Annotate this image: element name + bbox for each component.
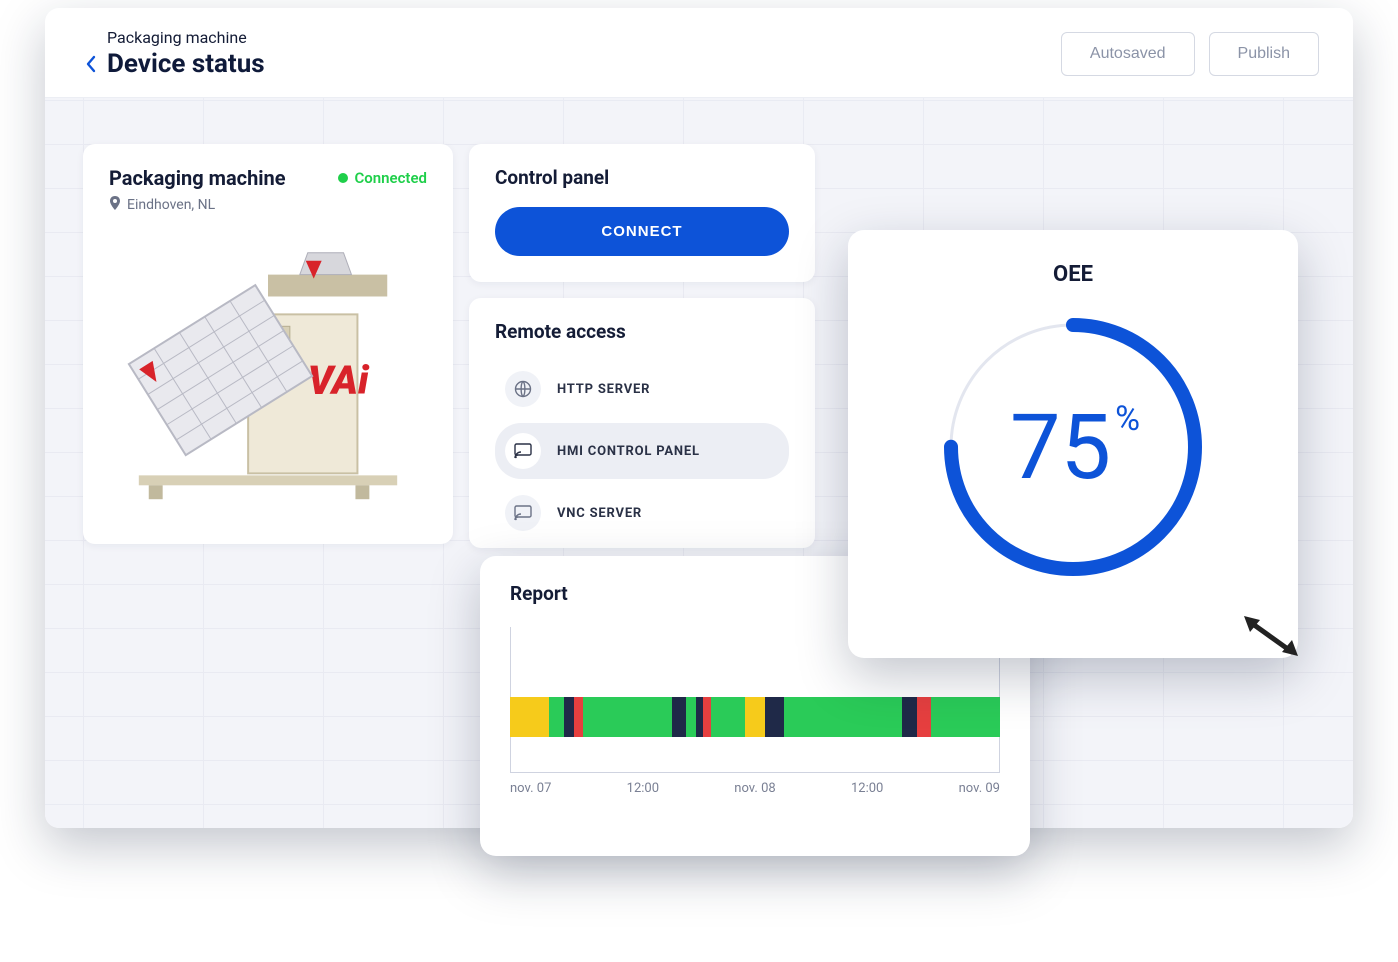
remote-item-hmi[interactable]: HMI CONTROL PANEL (495, 423, 789, 479)
publish-button[interactable]: Publish (1209, 32, 1319, 76)
timeline-segment (564, 697, 574, 737)
remote-item-label: VNC SERVER (557, 506, 642, 521)
timeline-segment (672, 697, 687, 737)
machine-image: VAi (109, 234, 427, 514)
timeline-segment (917, 697, 932, 737)
remote-item-label: HMI CONTROL PANEL (557, 444, 700, 459)
timeline-segment (696, 697, 703, 737)
status-badge: Connected (338, 169, 427, 187)
cast-icon (505, 433, 541, 469)
cast-icon (505, 495, 541, 531)
timeline-segment (745, 697, 765, 737)
machine-card[interactable]: Packaging machine Connected Eindhoven, N… (83, 144, 453, 544)
svg-text:VAi: VAi (308, 357, 370, 404)
connect-button[interactable]: CONNECT (495, 207, 789, 256)
location-row: Eindhoven, NL (109, 196, 427, 214)
timeline-segment (902, 697, 917, 737)
oee-gauge-chart: 75% (923, 297, 1223, 597)
resize-handle-icon[interactable] (1240, 612, 1304, 660)
remote-item-vnc[interactable]: VNC SERVER (495, 485, 789, 541)
status-label: Connected (354, 169, 427, 187)
remote-access-card[interactable]: Remote access HTTP SERVER HMI CONTROL PA… (469, 298, 815, 548)
timeline-segment (703, 697, 710, 737)
page-title: Device status (107, 49, 265, 79)
pin-icon (109, 196, 121, 214)
timeline-axis: nov. 07 12:00 nov. 08 12:00 nov. 09 (510, 781, 1000, 796)
back-chevron-icon[interactable] (85, 54, 97, 74)
timeline-segment (931, 697, 1000, 737)
remote-access-title: Remote access (495, 320, 789, 343)
axis-label: 12:00 (851, 781, 883, 796)
timeline-bar (510, 697, 1000, 737)
axis-label: nov. 08 (734, 781, 775, 796)
timeline-segment (574, 697, 584, 737)
header-left: Packaging machine Device status (85, 28, 265, 79)
control-panel-card[interactable]: Control panel CONNECT (469, 144, 815, 282)
machine-title: Packaging machine (109, 166, 286, 190)
remote-item-http[interactable]: HTTP SERVER (495, 361, 789, 417)
timeline-segment (686, 697, 696, 737)
location-text: Eindhoven, NL (127, 197, 215, 213)
timeline-segment (765, 697, 785, 737)
oee-card[interactable]: OEE 75% (848, 230, 1298, 658)
control-panel-title: Control panel (495, 166, 789, 189)
axis-label: nov. 07 (510, 781, 551, 796)
timeline-segment (784, 697, 902, 737)
axis-label: nov. 09 (959, 781, 1000, 796)
globe-icon (505, 371, 541, 407)
axis-label: 12:00 (627, 781, 659, 796)
timeline-segment (711, 697, 745, 737)
breadcrumb: Packaging machine (107, 28, 265, 47)
oee-value: 75% (923, 297, 1223, 597)
app-header: Packaging machine Device status Autosave… (45, 8, 1353, 98)
timeline-segment (510, 697, 549, 737)
oee-title: OEE (880, 262, 1266, 287)
status-dot-icon (338, 173, 348, 183)
remote-access-list: HTTP SERVER HMI CONTROL PANEL VNC SERVER (495, 361, 789, 541)
header-actions: Autosaved Publish (1061, 32, 1319, 76)
timeline-segment (549, 697, 564, 737)
autosaved-button[interactable]: Autosaved (1061, 32, 1195, 76)
timeline-segment (583, 697, 671, 737)
remote-item-label: HTTP SERVER (557, 382, 650, 397)
title-row[interactable]: Device status (85, 49, 265, 79)
